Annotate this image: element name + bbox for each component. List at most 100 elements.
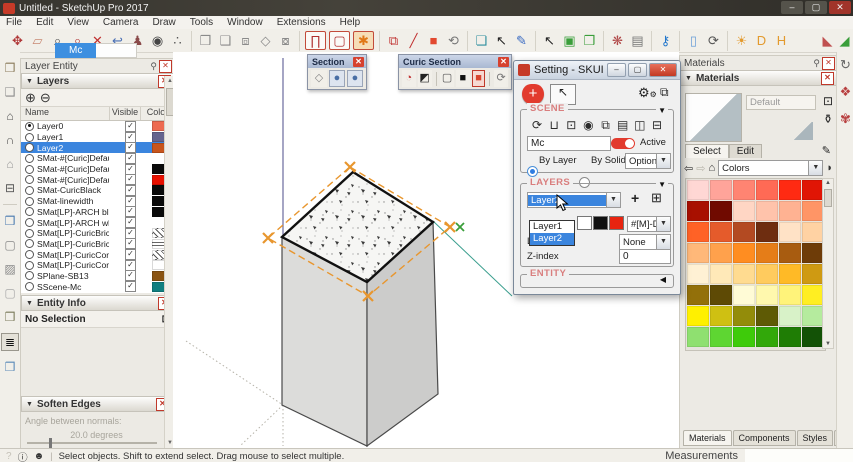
menu-tools[interactable]: Tools [190, 17, 213, 28]
menu-help[interactable]: Help [340, 17, 361, 28]
layer-row[interactable]: SMat[LP]-CuricBrick2✓ [21, 239, 174, 250]
color-swatch[interactable] [802, 180, 824, 200]
group-box-icon[interactable]: ❒ [581, 32, 598, 49]
layers-section-header[interactable]: ▼ Layers ✕ [21, 73, 174, 89]
color-swatch[interactable] [687, 264, 709, 284]
color-swatch[interactable] [779, 285, 801, 305]
curic-white-button[interactable]: ▢ [440, 70, 454, 87]
menu-extensions[interactable]: Extensions [277, 17, 326, 28]
close-button[interactable]: ✕ [829, 1, 851, 14]
triangle-green-icon[interactable]: ◢ [836, 32, 853, 49]
paint-palette-icon[interactable]: ❋ [609, 32, 626, 49]
layer-row[interactable]: SMat-linewidth✓ [21, 196, 174, 207]
visible-checkbox[interactable]: ✓ [125, 260, 136, 271]
layer-name[interactable]: SMat-CuricBlack [37, 185, 109, 195]
menu-window[interactable]: Window [227, 17, 263, 28]
copy-icon[interactable]: ⧉ [598, 118, 614, 133]
dialog-title-bar[interactable]: Setting - SKUI – ▢ ✕ [514, 61, 680, 80]
current-layer-radio[interactable] [25, 218, 34, 227]
layer-name[interactable]: SMat[LP]-ARCH white [37, 218, 109, 228]
layer-row[interactable]: SMat[LP]-CuricBrick1✓ [21, 228, 174, 239]
section-cut-button[interactable]: ▢ [329, 31, 350, 50]
color-swatch[interactable] [733, 327, 755, 347]
layer-name[interactable]: SMat-linewidth [37, 196, 109, 206]
current-layer-radio[interactable] [25, 197, 34, 206]
current-layer-radio[interactable] [25, 229, 34, 238]
color-swatch[interactable] [756, 327, 778, 347]
geolocation-icon[interactable]: ☻ [34, 451, 45, 462]
shadow-date-icon[interactable]: D [753, 32, 770, 49]
color-swatch[interactable] [802, 327, 824, 347]
layer-dropdown-list[interactable]: Layer1Layer2 [529, 220, 575, 246]
color-swatch-white[interactable] [577, 216, 592, 230]
add-layer-button[interactable]: + [631, 190, 639, 206]
section-cut-toggle[interactable]: ● [347, 70, 363, 87]
layer-name[interactable]: SMat-#[Curic]Default2 [37, 175, 109, 185]
external-link-icon[interactable]: ⧉ [660, 85, 669, 100]
close-icon[interactable]: ✕ [822, 57, 835, 70]
shadow-time-icon[interactable]: H [773, 32, 790, 49]
menu-file[interactable]: File [6, 17, 22, 28]
measurements-input[interactable] [745, 449, 853, 462]
visible-checkbox[interactable]: ✓ [125, 270, 136, 281]
visible-checkbox[interactable]: ✓ [125, 132, 136, 143]
layer-row[interactable]: Layer2✓ [21, 142, 174, 153]
curic-section-fill-icon[interactable]: ■ [425, 32, 442, 49]
color-swatch[interactable] [710, 180, 732, 200]
document-icon[interactable]: ▤ [615, 118, 631, 133]
color-swatch[interactable] [687, 306, 709, 326]
color-swatch[interactable] [710, 222, 732, 242]
section-display-button[interactable]: ∏ [305, 31, 326, 50]
scene-box-olive-icon[interactable]: ❒ [2, 309, 18, 325]
column-visible[interactable]: Visible [110, 107, 141, 120]
intersect-icon[interactable]: ◇ [257, 32, 274, 49]
menu-draw[interactable]: Draw [152, 17, 175, 28]
color-swatch-black[interactable] [593, 216, 608, 230]
materials-section-header[interactable]: ▼ Materials ✕ [680, 70, 837, 86]
collection-dropdown[interactable]: Colors▼ [718, 160, 823, 176]
color-swatch[interactable] [733, 180, 755, 200]
current-layer-radio[interactable] [25, 250, 34, 259]
tray-tab-materials[interactable]: Materials [683, 430, 732, 446]
shadow-icon[interactable]: ☀ [733, 32, 750, 49]
visible-checkbox[interactable]: ✓ [125, 174, 136, 185]
detach-arrow-icon[interactable]: ◗ [826, 162, 833, 174]
current-layer-radio[interactable] [25, 175, 34, 184]
eyedropper-icon[interactable]: ✎ [822, 144, 831, 157]
layer-name[interactable]: SMat-#[Curic]Default1 [37, 164, 109, 174]
layer-name[interactable]: Layer0 [37, 121, 109, 131]
tab-edit[interactable]: Edit [729, 144, 762, 158]
color-swatch[interactable] [756, 285, 778, 305]
select-icon[interactable]: ↖ [541, 32, 558, 49]
offset-icon[interactable]: ⧈ [237, 32, 254, 49]
columns-icon[interactable]: ◫ [632, 118, 648, 133]
select-tool-button[interactable]: ↖ [550, 84, 576, 105]
color-swatch[interactable] [687, 180, 709, 200]
visible-checkbox[interactable]: ✓ [125, 206, 136, 217]
palette-scrollbar[interactable]: ▲ ▼ [822, 178, 834, 349]
box-icon[interactable]: ❑ [2, 84, 18, 100]
layer-row[interactable]: Layer0✓ [21, 121, 174, 132]
current-layer-radio[interactable] [25, 165, 34, 174]
color-swatch[interactable] [687, 222, 709, 242]
visible-checkbox[interactable]: ✓ [125, 249, 136, 260]
color-swatch[interactable] [802, 264, 824, 284]
color-swatch[interactable] [710, 264, 732, 284]
scene-combo[interactable]: Mc [55, 43, 137, 58]
color-swatch[interactable] [802, 285, 824, 305]
curic-black-button[interactable]: ■ [456, 70, 470, 87]
add-scene-button[interactable]: + [522, 84, 544, 104]
layer-row[interactable]: SScene-Mc✓ [21, 281, 174, 292]
close-icon[interactable]: ✕ [498, 57, 509, 67]
current-layer-radio[interactable] [25, 154, 34, 163]
color-swatch[interactable] [687, 201, 709, 221]
visible-checkbox[interactable]: ✓ [125, 217, 136, 228]
box-icon[interactable]: ⧇ [277, 32, 294, 49]
line-weight-dropdown[interactable]: None▼ [619, 234, 671, 250]
tray-tab-components[interactable]: Components [733, 430, 796, 446]
pushpull-icon[interactable]: ❒ [197, 32, 214, 49]
color-swatch[interactable] [756, 243, 778, 263]
layer-name[interactable]: SMat[LP]-ARCH black [37, 207, 109, 217]
box-open-icon[interactable]: ❒ [2, 60, 18, 76]
color-swatch[interactable] [802, 243, 824, 263]
